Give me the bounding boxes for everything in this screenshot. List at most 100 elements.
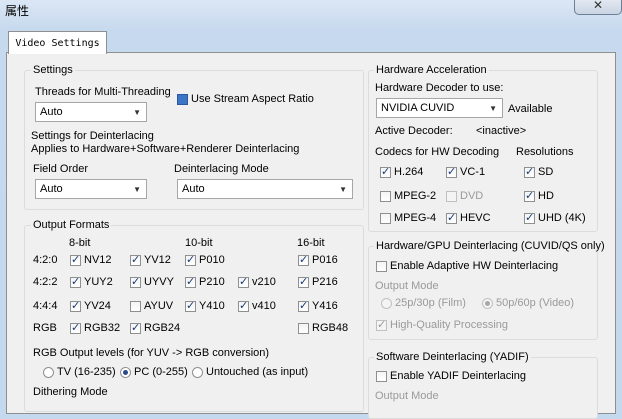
rgb48-label: RGB48 [312, 322, 349, 334]
mpeg2-label: MPEG-2 [394, 190, 437, 202]
rgb48-checkbox[interactable] [298, 323, 309, 334]
output-formats-title: Output Formats [31, 219, 112, 231]
film-mode-label: 25p/30p (Film) [395, 297, 466, 309]
sw-output-mode-label: Output Mode [375, 390, 439, 402]
adaptive-hw-deint-label: Enable Adaptive HW Deinterlacing [390, 260, 559, 272]
y416-label: Y416 [312, 300, 338, 312]
mpeg2-checkbox[interactable] [380, 191, 391, 202]
ayuv-checkbox[interactable] [130, 301, 141, 312]
uyvy-checkbox[interactable] [130, 275, 141, 288]
chevron-down-icon: ▼ [339, 185, 347, 194]
tab-video-settings[interactable]: Video Settings [8, 31, 107, 54]
col-header-10bit: 10-bit [185, 237, 213, 249]
chevron-down-icon: ▼ [489, 104, 497, 113]
nv12-checkbox[interactable] [70, 253, 81, 266]
nv12-label: NV12 [84, 254, 112, 266]
dvd-checkbox[interactable] [446, 191, 457, 202]
video-mode-label: 50p/60p (Video) [496, 297, 575, 309]
vc1-checkbox[interactable] [446, 165, 457, 178]
yadif-checkbox[interactable] [376, 371, 387, 382]
sw-deint-group [368, 357, 598, 419]
hw-accel-title: Hardware Acceleration [374, 64, 489, 76]
deinterlace-note: Applies to Hardware+Software+Renderer De… [31, 143, 300, 155]
dvd-label: DVD [460, 190, 484, 202]
resolutions-label: Resolutions [516, 146, 574, 158]
hq-processing-label: High-Quality Processing [390, 319, 508, 331]
stream-aspect-checkbox[interactable] [177, 94, 188, 105]
window-title: 属性 [5, 4, 30, 18]
video-mode-radio[interactable] [482, 298, 493, 309]
deint-mode-label: Deinterlacing Mode [174, 163, 269, 175]
hw-decoder-label: Hardware Decoder to use: [375, 82, 504, 94]
ayuv-label: AYUV [144, 300, 174, 312]
row-label-422: 4:2:2 [33, 276, 58, 288]
rgb-level-pc-radio[interactable] [120, 367, 131, 378]
yv12-checkbox[interactable] [130, 253, 141, 266]
rgb24-checkbox[interactable] [130, 321, 141, 334]
row-label-rgb: RGB [33, 322, 57, 334]
p010-checkbox[interactable] [185, 253, 196, 266]
codecs-label: Codecs for HW Decoding [375, 146, 500, 158]
chevron-down-icon: ▼ [133, 185, 141, 194]
rgb-levels-label: RGB Output levels (for YUV -> RGB conver… [33, 347, 270, 359]
hevc-label: HEVC [460, 212, 491, 224]
uyvy-label: UYVY [144, 276, 174, 288]
rgb32-label: RGB32 [84, 322, 121, 334]
y416-checkbox[interactable] [298, 299, 309, 312]
yadif-label: Enable YADIF Deinterlacing [390, 370, 526, 382]
rgb24-label: RGB24 [144, 322, 181, 334]
rgb32-checkbox[interactable] [70, 321, 81, 334]
dithering-label: Dithering Mode [33, 386, 108, 398]
p010-label: P010 [199, 254, 225, 266]
col-header-16bit: 16-bit [297, 237, 325, 249]
rgb-level-untouched-label: Untouched (as input) [206, 366, 309, 378]
p210-checkbox[interactable] [185, 275, 196, 288]
hd-label: HD [538, 190, 554, 202]
row-label-444: 4:4:4 [33, 300, 58, 312]
y410-label: Y410 [199, 300, 225, 312]
yv24-label: YV24 [84, 300, 111, 312]
threads-label: Threads for Multi-Threading [35, 86, 171, 98]
stream-aspect-label: Use Stream Aspect Ratio [191, 93, 314, 105]
field-order-value: Auto [40, 183, 63, 195]
hevc-checkbox[interactable] [446, 211, 457, 224]
active-decoder-label: Active Decoder: [375, 125, 453, 137]
properties-window: 属性 ✕ Video Settings Settings Threads for… [0, 0, 622, 419]
rgb-level-untouched-radio[interactable] [192, 367, 203, 378]
rgb-level-tv-radio[interactable] [43, 367, 54, 378]
film-mode-radio[interactable] [381, 298, 392, 309]
yv12-label: YV12 [144, 254, 171, 266]
v410-checkbox[interactable] [238, 299, 249, 312]
decoder-available-label: Available [508, 103, 553, 115]
hw-decoder-value: NVIDIA CUVID [381, 102, 455, 114]
mpeg4-checkbox[interactable] [380, 213, 391, 224]
rgb-level-tv-label: TV (16-235) [57, 366, 116, 378]
threads-select[interactable]: Auto ▼ [35, 102, 147, 122]
sd-checkbox[interactable] [524, 165, 535, 178]
yv24-checkbox[interactable] [70, 299, 81, 312]
hd-checkbox[interactable] [524, 189, 535, 202]
rgb-level-pc-label: PC (0-255) [134, 366, 188, 378]
hw-decoder-select[interactable]: NVIDIA CUVID ▼ [376, 98, 503, 118]
threads-value: Auto [40, 106, 63, 118]
sw-deint-title: Software Deinterlacing (YADIF) [374, 351, 531, 363]
deint-mode-value: Auto [182, 183, 205, 195]
adaptive-hw-deint-checkbox[interactable] [376, 261, 387, 272]
deinterlace-settings-title: Settings for Deinterlacing [31, 130, 154, 142]
uhd-checkbox[interactable] [524, 211, 535, 224]
deint-mode-select[interactable]: Auto ▼ [177, 179, 353, 199]
hq-processing-checkbox[interactable] [376, 318, 387, 331]
h264-checkbox[interactable] [380, 165, 391, 178]
field-order-select[interactable]: Auto ▼ [35, 179, 147, 199]
p216-label: P216 [312, 276, 338, 288]
row-label-420: 4:2:0 [33, 254, 58, 266]
y410-checkbox[interactable] [185, 299, 196, 312]
h264-label: H.264 [394, 166, 424, 178]
p210-label: P210 [199, 276, 225, 288]
v210-checkbox[interactable] [238, 275, 249, 288]
field-order-label: Field Order [33, 163, 89, 175]
p016-checkbox[interactable] [298, 253, 309, 266]
close-button[interactable]: ✕ [574, 0, 622, 15]
p216-checkbox[interactable] [298, 275, 309, 288]
yuy2-checkbox[interactable] [70, 275, 81, 288]
